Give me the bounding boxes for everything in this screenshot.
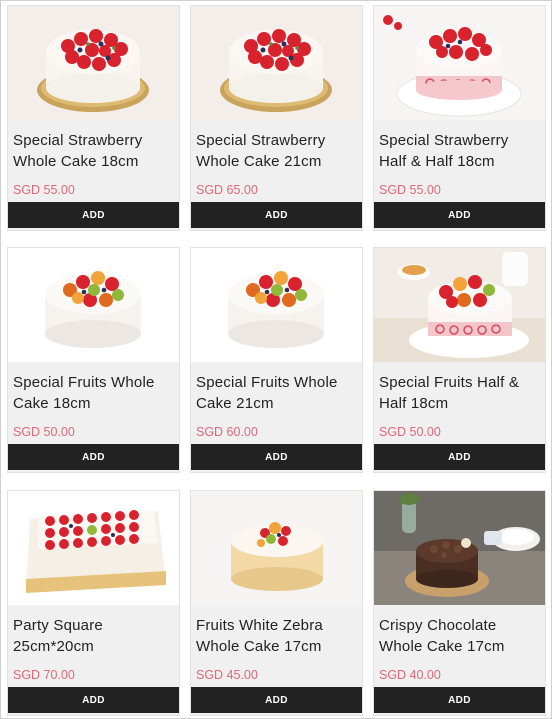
- product-image-fruits-whole-21[interactable]: [191, 248, 362, 362]
- product-name[interactable]: Special Strawberry Whole Cake 18cm: [13, 130, 177, 172]
- product-name-line: Cake 18cm: [13, 395, 91, 412]
- product-name[interactable]: Fruits White Zebra Whole Cake 17cm: [196, 615, 360, 657]
- product-price: SGD 45.00: [196, 668, 258, 682]
- product-name[interactable]: Special Strawberry Half & Half 18cm: [379, 130, 543, 172]
- product-card[interactable]: Special Strawberry Whole Cake 18cm SGD 5…: [7, 5, 180, 231]
- product-name-line: Special Strawberry: [379, 132, 509, 149]
- product-name[interactable]: Special Fruits Whole Cake 18cm: [13, 372, 177, 414]
- product-price: SGD 50.00: [379, 425, 441, 439]
- product-name[interactable]: Crispy Chocolate Whole Cake 17cm: [379, 615, 543, 657]
- add-to-cart-button[interactable]: ADD: [191, 444, 362, 470]
- product-name-line: Crispy Chocolate: [379, 617, 497, 634]
- product-image-fruits-whole-18[interactable]: [8, 248, 179, 362]
- product-price: SGD 65.00: [196, 183, 258, 197]
- product-card[interactable]: Fruits White Zebra Whole Cake 17cm SGD 4…: [190, 490, 363, 716]
- product-name-line: Party Square: [13, 617, 103, 634]
- product-name-line: 25cm*20cm: [13, 638, 94, 655]
- add-to-cart-button[interactable]: ADD: [374, 444, 545, 470]
- product-name-line: Whole Cake 17cm: [379, 638, 505, 655]
- add-to-cart-button[interactable]: ADD: [374, 202, 545, 228]
- product-name-line: Half & Half 18cm: [379, 153, 495, 170]
- product-price: SGD 50.00: [13, 425, 75, 439]
- product-card[interactable]: Special Fruits Whole Cake 18cm SGD 50.00…: [7, 247, 180, 473]
- product-price: SGD 60.00: [196, 425, 258, 439]
- product-image-fruits-half-18[interactable]: [374, 248, 545, 362]
- product-price: SGD 70.00: [13, 668, 75, 682]
- product-name-line: Cake 21cm: [196, 395, 274, 412]
- product-card[interactable]: Special Strawberry Whole Cake 21cm SGD 6…: [190, 5, 363, 231]
- product-card[interactable]: Party Square 25cm*20cm SGD 70.00 ADD: [7, 490, 180, 716]
- product-grid: Special Strawberry Whole Cake 18cm SGD 5…: [0, 0, 552, 719]
- add-to-cart-button[interactable]: ADD: [191, 202, 362, 228]
- product-name-line: Whole Cake 18cm: [13, 153, 139, 170]
- product-name[interactable]: Party Square 25cm*20cm: [13, 615, 177, 657]
- product-name-line: Special Strawberry: [196, 132, 326, 149]
- product-card[interactable]: Special Strawberry Half & Half 18cm SGD …: [373, 5, 546, 231]
- product-name-line: Whole Cake 21cm: [196, 153, 322, 170]
- product-price: SGD 55.00: [379, 183, 441, 197]
- product-name-line: Half 18cm: [379, 395, 449, 412]
- product-image-fruits-white-zebra[interactable]: [191, 491, 362, 605]
- add-to-cart-button[interactable]: ADD: [191, 687, 362, 713]
- add-to-cart-button[interactable]: ADD: [8, 687, 179, 713]
- product-card[interactable]: Crispy Chocolate Whole Cake 17cm SGD 40.…: [373, 490, 546, 716]
- product-name-line: Fruits White Zebra: [196, 617, 323, 634]
- product-name-line: Special Strawberry: [13, 132, 143, 149]
- product-image-strawberry-whole-21[interactable]: [191, 6, 362, 120]
- product-name-line: Whole Cake 17cm: [196, 638, 322, 655]
- add-to-cart-button[interactable]: ADD: [374, 687, 545, 713]
- product-card[interactable]: Special Fruits Whole Cake 21cm SGD 60.00…: [190, 247, 363, 473]
- product-name[interactable]: Special Fruits Whole Cake 21cm: [196, 372, 360, 414]
- product-price: SGD 55.00: [13, 183, 75, 197]
- add-to-cart-button[interactable]: ADD: [8, 444, 179, 470]
- product-name[interactable]: Special Strawberry Whole Cake 21cm: [196, 130, 360, 172]
- product-image-crispy-chocolate[interactable]: [374, 491, 545, 605]
- product-image-strawberry-half-18[interactable]: [374, 6, 545, 120]
- product-card[interactable]: Special Fruits Half & Half 18cm SGD 50.0…: [373, 247, 546, 473]
- product-image-party-square[interactable]: [8, 491, 179, 605]
- product-name[interactable]: Special Fruits Half & Half 18cm: [379, 372, 543, 414]
- product-image-strawberry-whole-18[interactable]: [8, 6, 179, 120]
- add-to-cart-button[interactable]: ADD: [8, 202, 179, 228]
- product-name-line: Special Fruits Whole: [13, 374, 155, 391]
- product-name-line: Special Fruits Whole: [196, 374, 338, 391]
- product-price: SGD 40.00: [379, 668, 441, 682]
- product-name-line: Special Fruits Half &: [379, 374, 520, 391]
